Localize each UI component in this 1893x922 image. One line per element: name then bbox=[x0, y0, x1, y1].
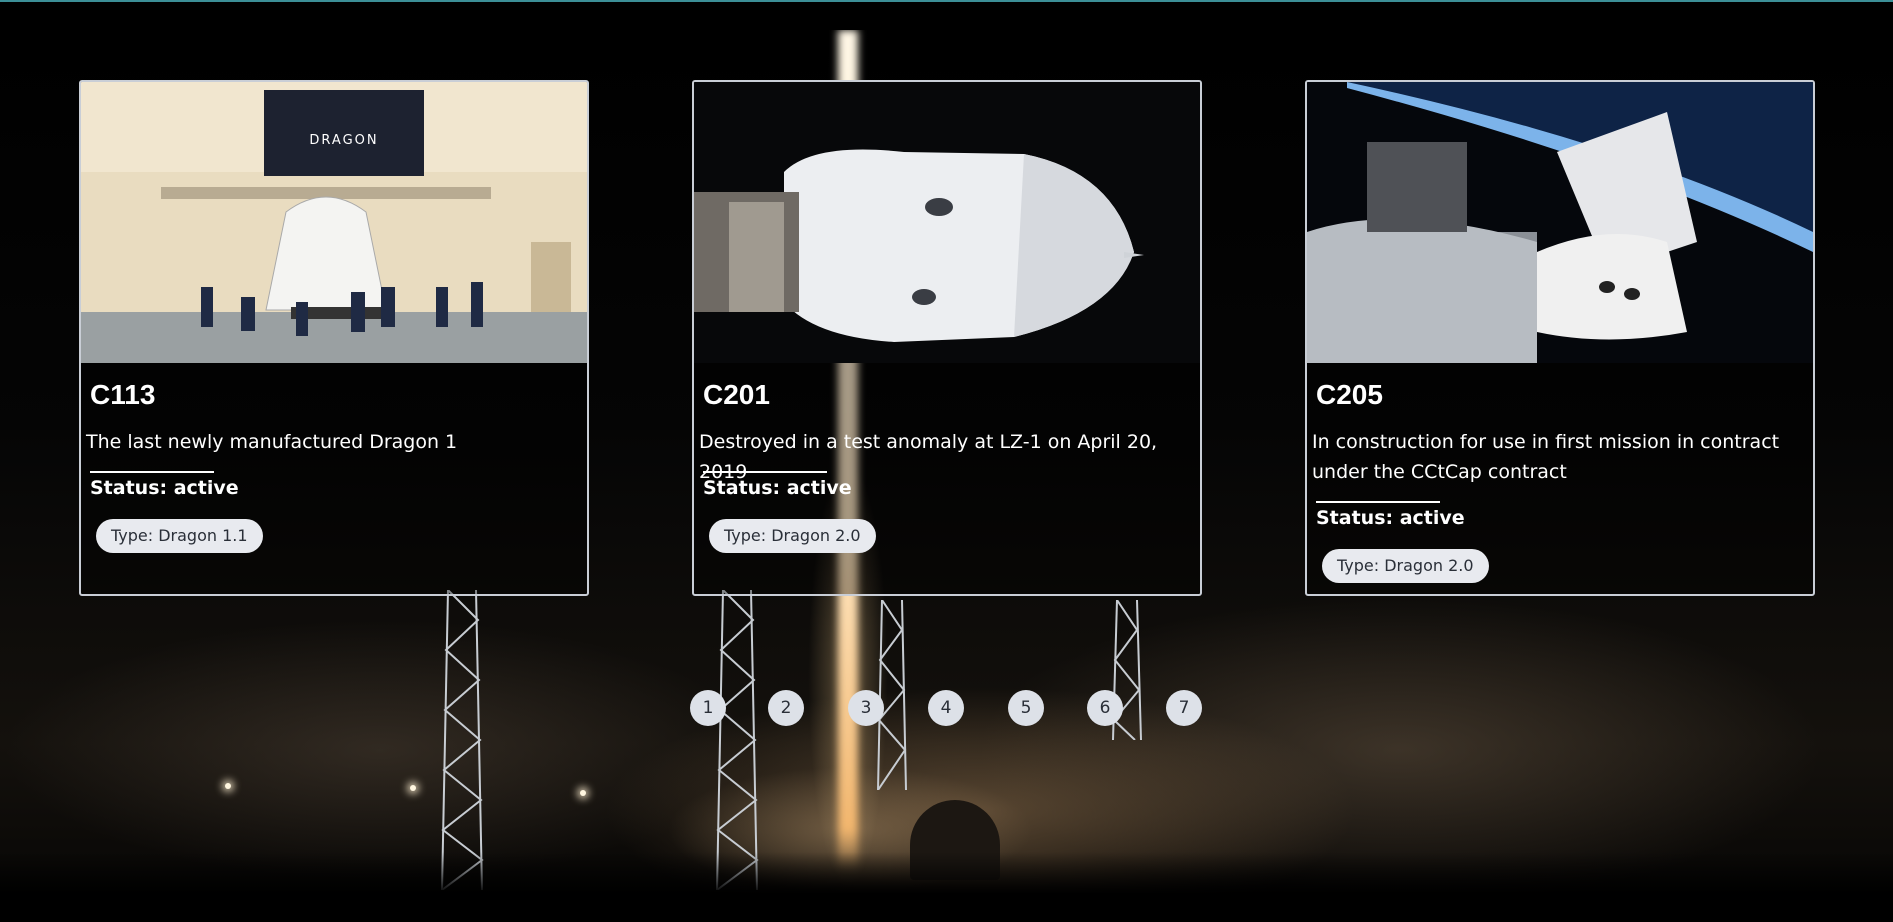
divider bbox=[703, 471, 827, 473]
divider bbox=[1316, 501, 1440, 503]
pad-light bbox=[580, 790, 586, 796]
page-button-6[interactable]: 6 bbox=[1087, 690, 1123, 726]
capsule-serial: C201 bbox=[703, 379, 770, 410]
capsule-serial: C205 bbox=[1316, 379, 1383, 410]
status-label: Status: active bbox=[1316, 507, 1465, 529]
status-label: Status: active bbox=[703, 477, 852, 499]
dragon-banner-text: DRAGON bbox=[309, 133, 378, 148]
pad-light bbox=[410, 785, 416, 791]
type-badge: Type: Dragon 2.0 bbox=[1322, 549, 1489, 583]
page-button-3[interactable]: 3 bbox=[848, 690, 884, 726]
page-button-5[interactable]: 5 bbox=[1008, 690, 1044, 726]
capsule-image: DRAGON bbox=[81, 82, 587, 363]
type-badge: Type: Dragon 2.0 bbox=[709, 519, 876, 553]
launch-tower-left bbox=[440, 590, 484, 890]
launch-tower-center-left bbox=[715, 590, 759, 890]
pagination: 1 2 3 4 5 6 7 bbox=[690, 690, 1210, 726]
page-button-7[interactable]: 7 bbox=[1166, 690, 1202, 726]
capsule-description: The last newly manufactured Dragon 1 bbox=[86, 431, 458, 453]
capsule-image bbox=[1307, 82, 1813, 363]
status-label: Status: active bbox=[90, 477, 239, 499]
page-button-1[interactable]: 1 bbox=[690, 690, 726, 726]
capsule-card[interactable]: DRAGON C113 The last newly manufactured … bbox=[79, 80, 589, 596]
capsule-image bbox=[694, 82, 1200, 363]
capsule-serial: C113 bbox=[90, 379, 156, 410]
ground-silhouette bbox=[0, 852, 1893, 922]
capsule-card[interactable]: C205 In construction for use in first mi… bbox=[1305, 80, 1815, 596]
page-button-4[interactable]: 4 bbox=[928, 690, 964, 726]
top-accent-line bbox=[0, 0, 1893, 2]
type-badge: Type: Dragon 1.1 bbox=[96, 519, 263, 553]
page-button-2[interactable]: 2 bbox=[768, 690, 804, 726]
capsule-description: In construction for use in first mission… bbox=[1312, 431, 1780, 483]
capsule-card[interactable]: C201 Destroyed in a test anomaly at LZ-1… bbox=[692, 80, 1202, 596]
divider bbox=[90, 471, 214, 473]
pad-light bbox=[225, 783, 231, 789]
